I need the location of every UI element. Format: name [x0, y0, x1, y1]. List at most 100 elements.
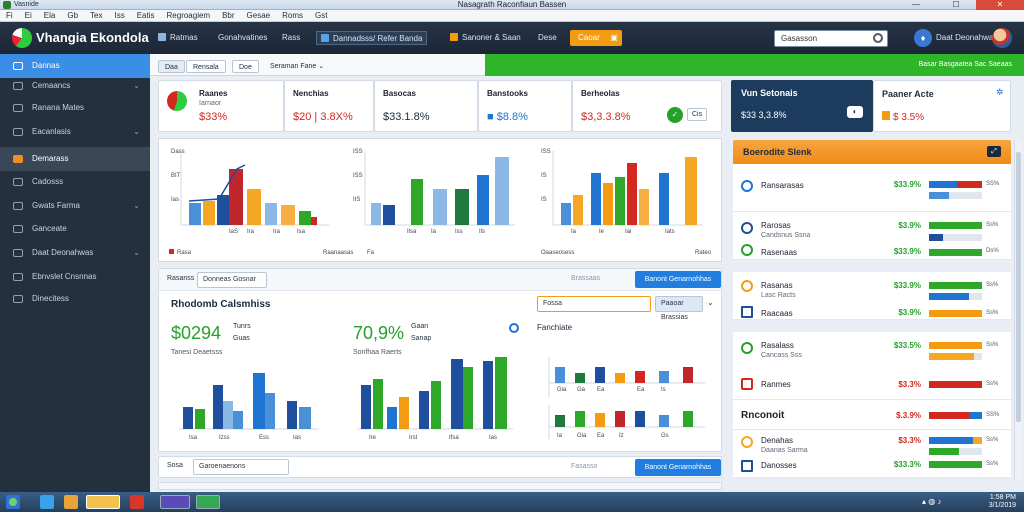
notification-icon[interactable]: ♦ [914, 29, 932, 47]
generate-button[interactable]: Banont Genarnohhas [635, 271, 721, 288]
kpi-card[interactable]: Berheolas $3,3.3.8% ✓ Cis [572, 80, 722, 132]
summary-card-dark[interactable]: Vun Setonais $33 3,3.8% ◐ [731, 80, 873, 132]
chart-legend: Fa [367, 250, 375, 256]
horizontal-scrollbar[interactable] [158, 482, 722, 490]
stock-icon [741, 222, 753, 234]
search-placeholder[interactable]: Brassaas [571, 275, 600, 282]
vertical-scrollbar[interactable] [1014, 140, 1022, 480]
metric-value: 70,9% [353, 323, 405, 343]
stock-row[interactable]: Ranmes $3.3% Ss% [733, 368, 1011, 400]
search-icon[interactable] [873, 33, 883, 43]
svg-text:IS: IS [541, 173, 547, 179]
chat-icon[interactable] [196, 495, 220, 509]
chart-2: ISS ISS IIS Ilsa Ia Iss Ils Raanaasas Fa [323, 149, 515, 256]
list-icon [13, 178, 23, 186]
chart-bar [495, 357, 507, 429]
browser-icon[interactable] [40, 495, 54, 509]
nav-item[interactable]: Ratmas [158, 31, 198, 45]
files-icon[interactable] [64, 495, 78, 509]
menu-item[interactable]: Ela [38, 10, 62, 22]
svg-text:Ga: Ga [577, 387, 586, 393]
settings-icon[interactable]: ✲ [996, 87, 1004, 98]
minimize-icon[interactable]: — [896, 0, 936, 10]
chart-bar [195, 409, 205, 429]
svg-text:Ia: Ia [431, 229, 437, 235]
nav-item-active[interactable]: Dannadsss/ Refer Banda [316, 31, 428, 45]
sidebar-item-highlighted[interactable]: Demarass [0, 147, 150, 171]
app-icon[interactable] [130, 495, 144, 509]
tab-active[interactable]: Daa [158, 60, 185, 73]
sidebar-item[interactable]: Daat Deonahwas ⌄ [0, 241, 150, 265]
stock-row[interactable]: Rnconoit $.3.9% SS% [733, 400, 1011, 430]
secondary-button[interactable]: Paaoar Brassias [655, 296, 703, 321]
period-dropdown[interactable]: Fossa [537, 296, 651, 312]
nav-item[interactable]: Sanoner & Saan [450, 31, 521, 45]
svg-text:ISS: ISS [541, 149, 551, 155]
nav-item[interactable]: Dese [538, 31, 557, 45]
check-icon [741, 244, 753, 256]
menu-item[interactable]: Ei [19, 10, 38, 22]
summary-card[interactable]: Paaner Acte $ 3.5% ✲ [873, 80, 1011, 132]
tab[interactable]: Seraman Fane ⌄ [264, 60, 330, 73]
stock-row[interactable]: Rarosas Candsnus Ssna $3.9% Ss% Rasenaas… [733, 212, 1011, 260]
footer-generate-button[interactable]: Banont Genarnohhas [635, 459, 721, 476]
toggle-icon[interactable]: ◐ [847, 106, 863, 118]
kpi-card[interactable]: Raanes Iarnaor $33% [158, 80, 284, 132]
stock-row[interactable]: Ransarasas $33.9% SS% [733, 164, 1011, 212]
pie-icon [167, 91, 187, 111]
menu-item[interactable]: Gesae [241, 10, 277, 22]
menu-item[interactable]: Regroagiem [161, 10, 217, 22]
expand-icon[interactable]: ⤢ [987, 146, 1001, 157]
stock-row[interactable]: Rasanas Lasc Racts $33.9% Ss% Raacaas $3… [733, 272, 1011, 320]
menu-item[interactable]: Gst [309, 10, 333, 22]
chart-bar [595, 367, 605, 383]
nav-item[interactable]: Gonahvatines [218, 31, 267, 45]
media-icon[interactable] [160, 495, 190, 509]
tab[interactable]: Rensala [186, 60, 226, 73]
chevron-down-icon[interactable]: ⌄ [707, 298, 714, 307]
kpi-card[interactable]: Banstooks ■ $8.8% [478, 80, 572, 132]
menu-item[interactable]: Iss [108, 10, 130, 22]
menu-item[interactable]: Bbr [216, 10, 240, 22]
chart-bar [455, 189, 469, 225]
avatar[interactable] [992, 28, 1012, 48]
network-icon[interactable]: ▴ ◍ ♪ [922, 497, 941, 506]
menu-item[interactable]: Tex [84, 10, 108, 22]
chart-bar [387, 407, 397, 429]
sidebar-item[interactable]: Gwats Farma ⌄ [0, 194, 150, 218]
chart-bar [495, 157, 509, 225]
sidebar-item[interactable]: Eacanlasis ⌄ [0, 120, 150, 144]
document-icon [13, 225, 23, 233]
sidebar-item[interactable]: Cadosss [0, 170, 150, 194]
menu-item[interactable]: Eatis [131, 10, 161, 22]
sidebar-item[interactable]: Ranana Mates [0, 96, 150, 120]
nav-item[interactable]: Rass [282, 31, 300, 45]
maximize-icon[interactable]: ☐ [936, 0, 976, 10]
sidebar-item[interactable]: Cemaancs ⌄ [0, 74, 150, 98]
card-icon [741, 460, 753, 472]
folder-icon[interactable] [86, 495, 120, 509]
menu-item[interactable]: Gb [61, 10, 84, 22]
sidebar-item[interactable]: Ebnvslet Cnsnnas [0, 265, 150, 289]
stock-row[interactable]: Denahas Daanas Sarma $3.3% Ss% Danosses … [733, 430, 1011, 478]
account-link[interactable]: Daat Deonahwas [936, 31, 997, 45]
grid-icon[interactable]: ▣ [606, 30, 622, 46]
refresh-icon[interactable] [509, 323, 519, 333]
menu-item[interactable]: Roms [276, 10, 309, 22]
svg-text:IIS: IIS [353, 197, 360, 203]
sidebar-item[interactable]: Ganceate [0, 217, 150, 241]
footer-search-placeholder[interactable]: Fasasso [571, 463, 597, 470]
tab[interactable]: Doe [232, 60, 259, 73]
kpi-badge[interactable]: Cis [687, 108, 708, 121]
kpi-card[interactable]: Nenchias $20 | 3.8X% [284, 80, 374, 132]
start-icon[interactable] [6, 495, 20, 509]
orange-action-button[interactable]: Caoar [570, 30, 608, 46]
search-input[interactable]: Gasasson [774, 30, 888, 47]
footer-field[interactable]: Garoenaenons [193, 459, 289, 475]
system-clock[interactable]: 1:58 PM 3/1/2019 [989, 494, 1016, 510]
sidebar-item[interactable]: Dinecitess [0, 287, 150, 311]
kpi-card[interactable]: Basocas $33.1.8% [374, 80, 478, 132]
close-icon[interactable]: ✕ [976, 0, 1024, 10]
filter-select[interactable]: Donneas Gosnar [197, 272, 267, 288]
menu-item[interactable]: Fi [0, 10, 19, 22]
